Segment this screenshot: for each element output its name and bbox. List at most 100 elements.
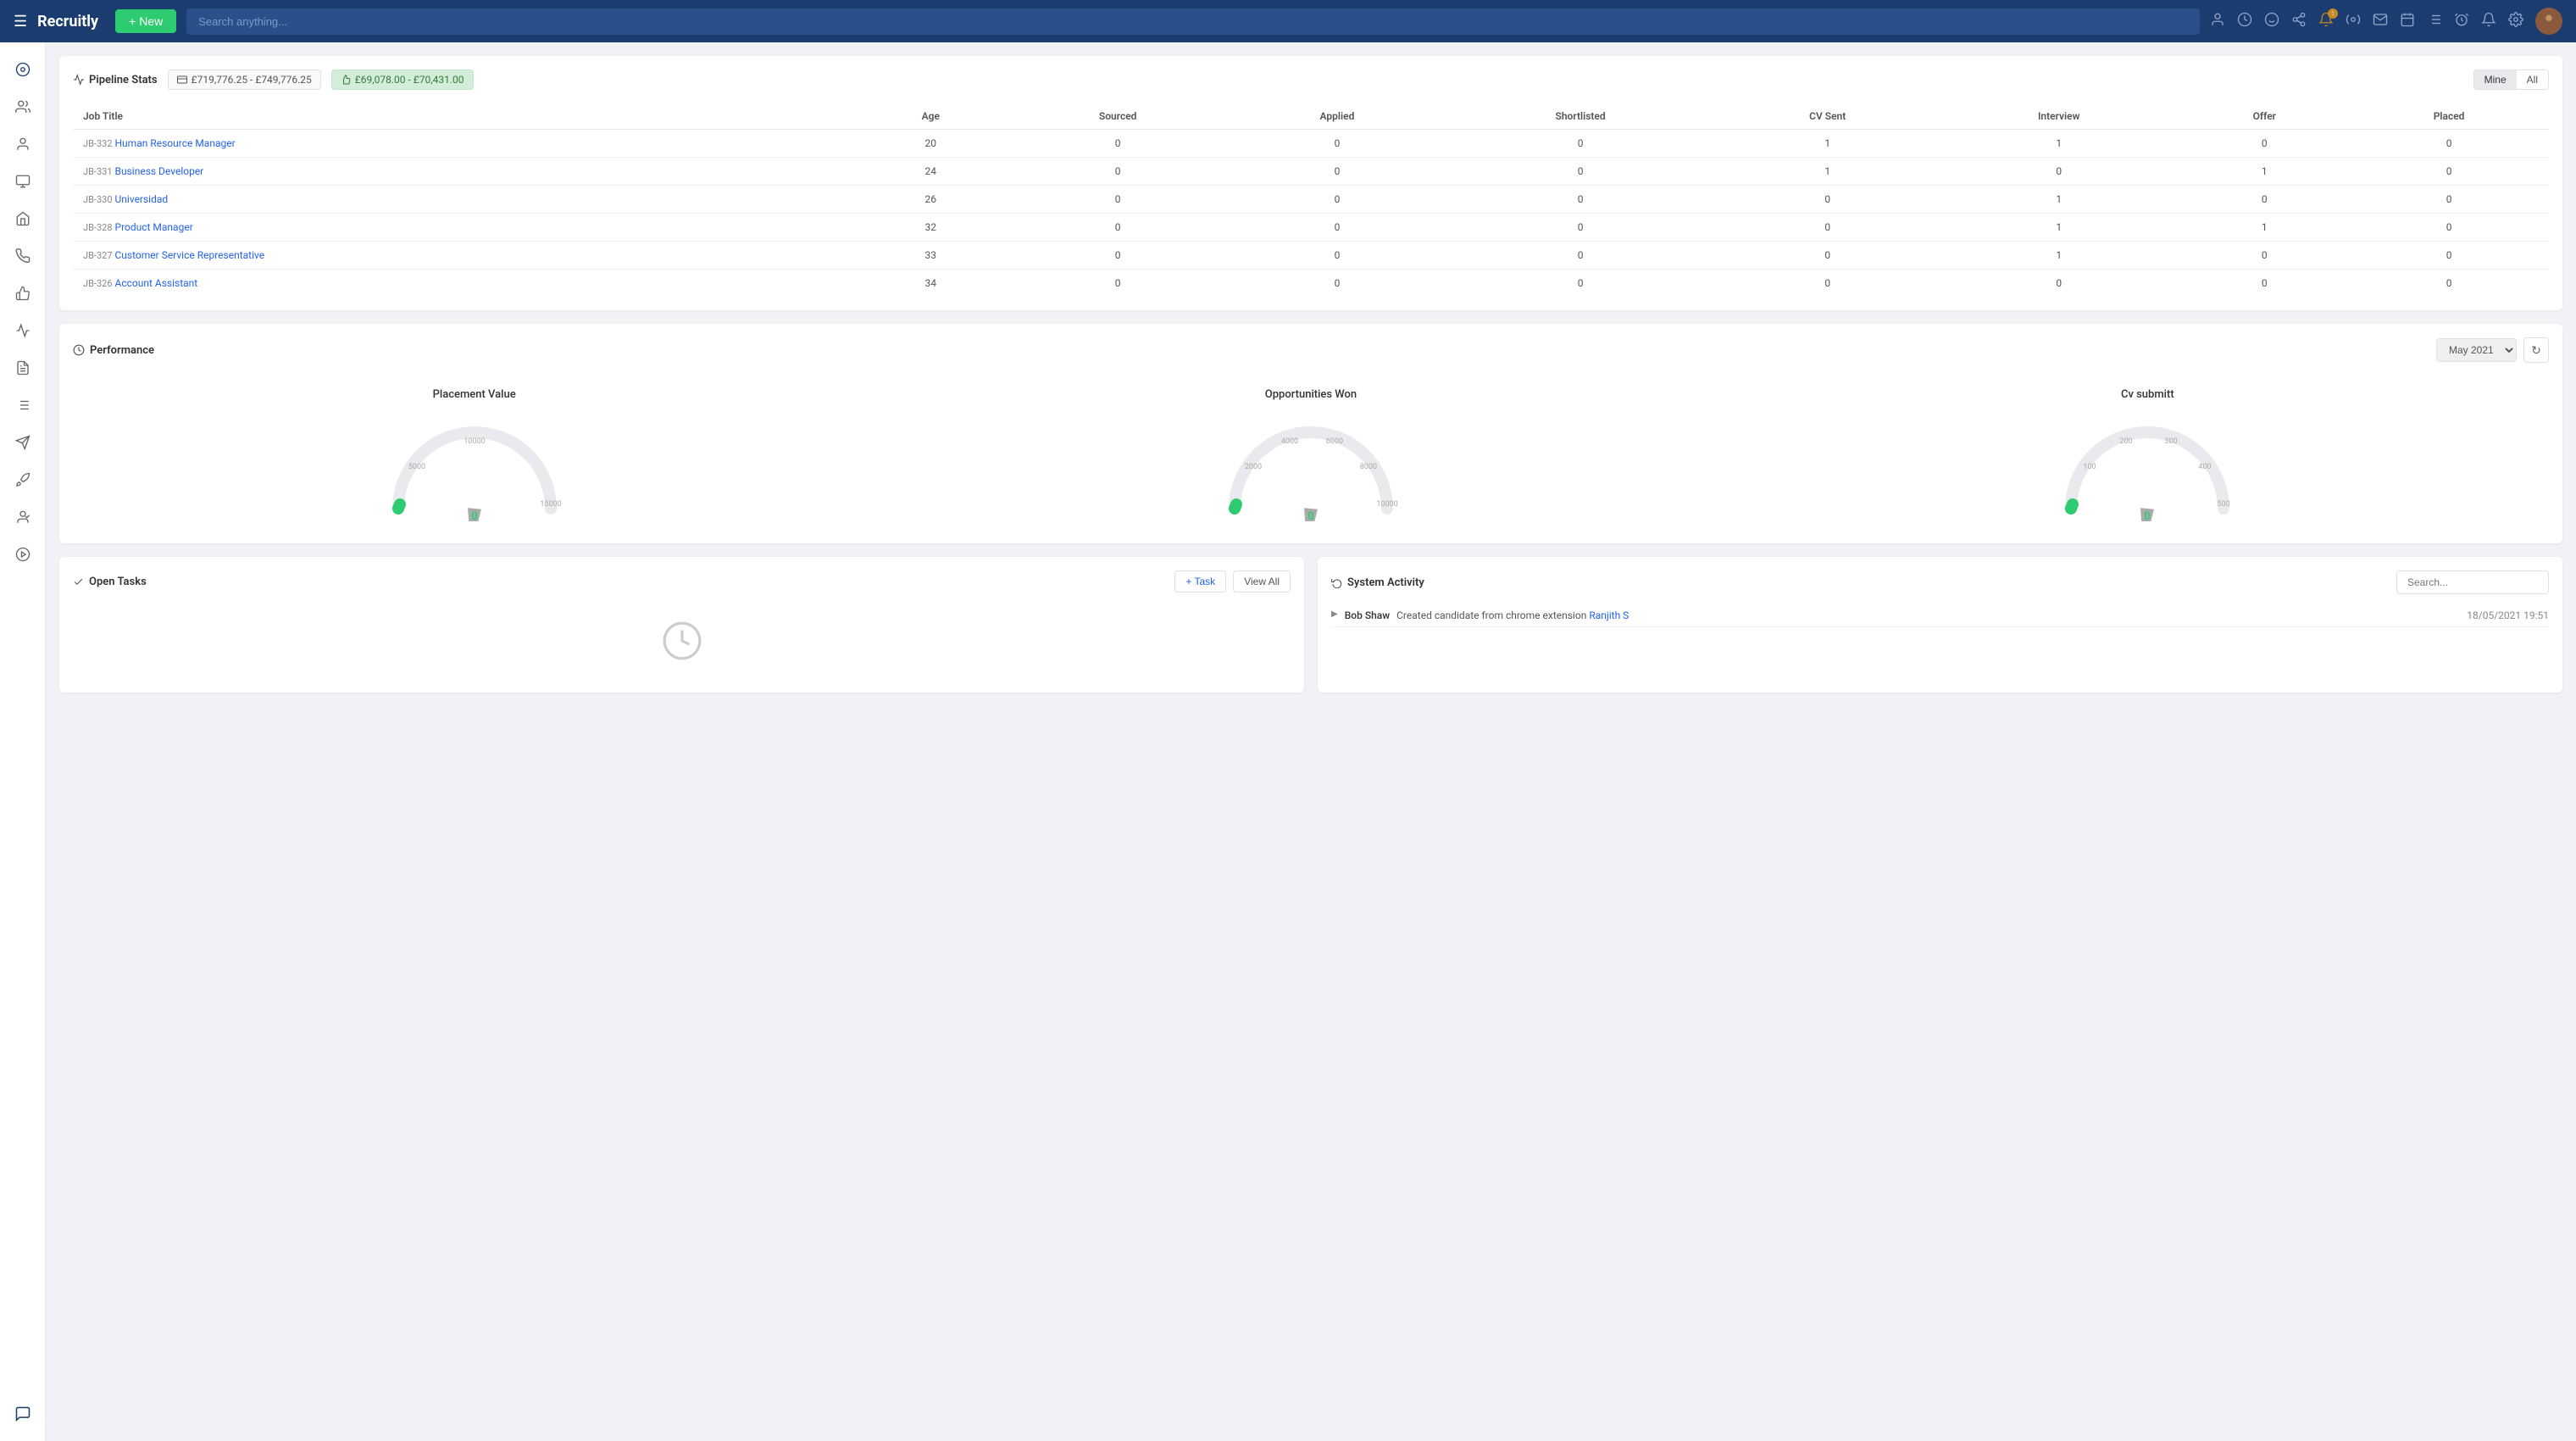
notification-badge: 1 <box>2328 8 2338 19</box>
sidebar-item-chat[interactable] <box>6 1397 40 1431</box>
sidebar-item-candidates[interactable] <box>6 90 40 124</box>
table-header-row: Job Title Age Sourced Applied Shortliste… <box>73 103 2549 130</box>
table-row: JB-326 Account Assistant 34 0 0 0 0 0 0 … <box>73 270 2549 298</box>
job-title-link[interactable]: Account Assistant <box>115 277 198 289</box>
sidebar-item-send[interactable] <box>6 426 40 459</box>
contacts-icon[interactable] <box>2210 12 2225 31</box>
svg-text:400: 400 <box>2199 463 2212 471</box>
mail-icon[interactable] <box>2373 12 2388 31</box>
sourced-cell: 0 <box>1005 130 1230 158</box>
activity-icon <box>1331 577 1342 588</box>
user-avatar[interactable] <box>2535 8 2562 35</box>
date-filter-select[interactable]: May 2021 <box>2436 338 2517 362</box>
add-task-button[interactable]: + Task <box>1174 570 1226 593</box>
search-input[interactable] <box>186 8 2200 35</box>
job-id: JB-328 <box>83 222 113 233</box>
cv-submit-svg: 100 200 300 400 500 0 <box>2054 411 2240 521</box>
new-button[interactable]: + New <box>115 9 176 33</box>
cv-sent-cell: 0 <box>1717 214 1938 242</box>
tasks-header: Open Tasks + Task View All <box>73 570 1291 593</box>
sidebar-item-clients[interactable] <box>6 202 40 236</box>
sidebar-item-phone[interactable] <box>6 239 40 273</box>
hamburger-icon[interactable]: ☰ <box>14 13 27 31</box>
face-icon[interactable] <box>2264 12 2279 31</box>
activity-description: Created candidate from chrome extension … <box>1396 609 2460 621</box>
sidebar-item-thumbsup[interactable] <box>6 276 40 310</box>
network-icon[interactable] <box>2291 12 2307 31</box>
job-id: JB-330 <box>83 194 113 205</box>
svg-text:4000: 4000 <box>1281 437 1298 446</box>
svg-text:500: 500 <box>2218 500 2230 509</box>
refresh-button[interactable]: ↻ <box>2523 337 2549 363</box>
job-title-link[interactable]: Universidad <box>115 193 169 205</box>
col-offer: Offer <box>2179 103 2349 130</box>
col-job-title: Job Title <box>73 103 856 130</box>
activity-search-input[interactable] <box>2396 570 2549 594</box>
table-row: JB-330 Universidad 26 0 0 0 0 1 0 0 <box>73 186 2549 214</box>
view-all-tasks-button[interactable]: View All <box>1233 570 1291 593</box>
money-icon <box>177 75 187 85</box>
sidebar-item-marketing[interactable] <box>6 314 40 348</box>
sidebar-item-rocket[interactable] <box>6 463 40 497</box>
job-id: JB-331 <box>83 166 113 177</box>
applied-cell: 0 <box>1230 130 1444 158</box>
offer-cell: 0 <box>2179 130 2349 158</box>
svg-text:200: 200 <box>2120 437 2133 446</box>
mine-all-toggle: Mine All <box>2473 70 2549 90</box>
svg-text:5000: 5000 <box>408 463 425 471</box>
job-title-cell: JB-331 Business Developer <box>73 158 856 186</box>
applied-cell: 0 <box>1230 186 1444 214</box>
shortlisted-cell: 0 <box>1444 186 1718 214</box>
sidebar-item-user-badge[interactable] <box>6 500 40 534</box>
placed-cell: 0 <box>2349 270 2549 298</box>
bell-icon[interactable] <box>2481 12 2496 31</box>
activity-entry: ▶ Bob Shaw Created candidate from chrome… <box>1331 604 2549 627</box>
placed-cell: 0 <box>2349 186 2549 214</box>
shortlisted-cell: 0 <box>1444 214 1718 242</box>
tasks-empty-icon <box>73 603 1291 679</box>
job-title-link[interactable]: Human Resource Manager <box>115 137 236 149</box>
sidebar-item-jobs[interactable] <box>6 164 40 198</box>
placed-cell: 0 <box>2349 130 2549 158</box>
apps-icon[interactable] <box>2346 12 2361 31</box>
placed-cell: 0 <box>2349 242 2549 270</box>
pipeline-stats-card: Pipeline Stats £719,776.25 - £749,776.25… <box>59 56 2562 310</box>
mine-button[interactable]: Mine <box>2474 70 2517 89</box>
svg-text:300: 300 <box>2165 437 2178 446</box>
svg-text:6000: 6000 <box>1326 437 1343 446</box>
pipeline-revenue-badge: £719,776.25 - £749,776.25 <box>168 70 321 90</box>
sidebar-item-tasks-list[interactable] <box>6 388 40 422</box>
job-title-link[interactable]: Business Developer <box>115 165 204 177</box>
pipeline-placement-badge: £69,078.00 - £70,431.00 <box>331 70 474 90</box>
notifications-icon[interactable]: 1 <box>2318 12 2334 31</box>
age-cell: 34 <box>856 270 1005 298</box>
placement-value-svg: 5000 10000 15000 0 <box>381 411 568 521</box>
all-button[interactable]: All <box>2517 70 2548 89</box>
table-row: JB-328 Product Manager 32 0 0 0 0 1 1 0 <box>73 214 2549 242</box>
svg-text:8000: 8000 <box>1360 463 1377 471</box>
interview-cell: 0 <box>1938 158 2179 186</box>
job-title-cell: JB-326 Account Assistant <box>73 270 856 298</box>
gauges-row: Placement Value 5000 10000 15 <box>73 380 2549 530</box>
job-title-link[interactable]: Product Manager <box>115 221 193 233</box>
top-navigation: ☰ Recruitly + New 1 <box>0 0 2576 42</box>
performance-icon <box>73 344 85 356</box>
alarm-icon[interactable] <box>2454 12 2469 31</box>
activity-link[interactable]: Ranjith S <box>1589 609 1629 621</box>
sidebar-item-reports[interactable] <box>6 351 40 385</box>
age-cell: 32 <box>856 214 1005 242</box>
col-sourced: Sourced <box>1005 103 1230 130</box>
job-title-cell: JB-328 Product Manager <box>73 214 856 242</box>
sourced-cell: 0 <box>1005 158 1230 186</box>
sidebar-item-dashboard[interactable] <box>6 53 40 86</box>
settings-icon[interactable] <box>2508 12 2523 31</box>
age-cell: 24 <box>856 158 1005 186</box>
calendar-icon[interactable] <box>2400 12 2415 31</box>
sidebar-item-play[interactable] <box>6 537 40 571</box>
job-title-link[interactable]: Customer Service Representative <box>115 249 265 261</box>
placement-value-label: Placement Value <box>433 388 516 401</box>
history-icon[interactable] <box>2237 12 2252 31</box>
sidebar-item-contacts[interactable] <box>6 127 40 161</box>
shortlisted-cell: 0 <box>1444 158 1718 186</box>
tasks-icon[interactable] <box>2427 12 2442 31</box>
